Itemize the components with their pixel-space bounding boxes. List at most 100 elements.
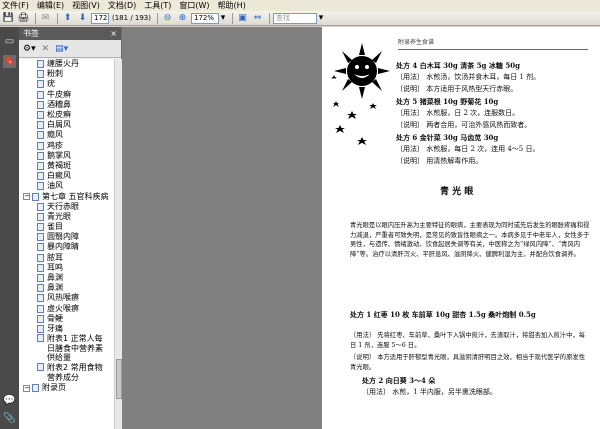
bookmark-label: 酒糟鼻 <box>47 99 71 109</box>
bookmark-icon <box>37 70 44 79</box>
doc-line: 处方 6 金针菜 30g 马齿苋 30g <box>396 133 499 142</box>
save-icon[interactable]: 💾 <box>2 12 15 24</box>
bookmark-item[interactable]: 鼻渊 <box>19 273 114 283</box>
bookmark-icon <box>37 182 44 191</box>
bookmark-item[interactable]: 附表2 常用食物营养成分 <box>19 363 114 383</box>
collapse-toggle-icon[interactable]: − <box>23 193 30 201</box>
menu-file[interactable]: 文件(F) <box>2 0 29 11</box>
bookmark-item[interactable]: 脓耳 <box>19 253 114 263</box>
zoom-out-icon[interactable]: ⊖ <box>161 12 174 24</box>
bookmark-icon <box>37 314 44 323</box>
bookmarks-icon[interactable]: 🔖 <box>3 55 16 68</box>
page-number-input[interactable]: 172 <box>91 12 109 24</box>
bookmark-icon <box>37 151 44 160</box>
bookmark-icon <box>37 304 44 313</box>
bookmark-item[interactable]: 白癜风 <box>19 171 114 181</box>
bookmark-label: 第七章 五官科疾病 <box>42 191 109 201</box>
bookmark-item[interactable]: 虚火喉痹 <box>19 304 114 314</box>
bookmark-item[interactable]: 瘾风 <box>19 130 114 140</box>
menu-view[interactable]: 视图(V) <box>72 0 100 11</box>
page-up-icon[interactable]: ⬆ <box>61 12 74 24</box>
bookmark-item[interactable]: 牛皮癣 <box>19 90 114 100</box>
menu-help[interactable]: 帮助(H) <box>218 0 246 11</box>
section-paragraph: 青光眼是以眼内压升高为主要特征的眼病，主要表现为同时或先后发生的眼胀疼痛和视力减… <box>350 222 590 258</box>
menu-bar: 文件(F) 编辑(E) 视图(V) 文档(D) 工具(T) 窗口(W) 帮助(H… <box>0 0 600 11</box>
bookmark-item[interactable]: 鸡疹 <box>19 141 114 151</box>
panel-toolbar: ⚙▾ ✕ ▤▾ <box>19 40 121 58</box>
menu-document[interactable]: 文档(D) <box>108 0 136 11</box>
bookmark-icon <box>37 363 44 372</box>
bookmark-item[interactable]: 油风 <box>19 181 114 191</box>
panel-title: 书签 <box>23 29 39 38</box>
bookmark-item[interactable]: 疣 <box>19 79 114 89</box>
bookmark-chapter[interactable]: − 附录页 <box>19 383 114 393</box>
page-down-icon[interactable]: ⬇ <box>76 12 89 24</box>
new-bookmark-icon[interactable]: ▤▾ <box>55 44 68 54</box>
bookmark-label: 雀目 <box>47 222 63 232</box>
search-input[interactable]: 查找 <box>273 12 317 24</box>
menu-edit[interactable]: 编辑(E) <box>37 0 64 11</box>
close-icon[interactable]: × <box>110 29 117 38</box>
zoom-input[interactable]: 172% <box>191 12 219 24</box>
bookmark-item[interactable]: 雀目 <box>19 222 114 232</box>
bookmark-item[interactable]: 牙痛 <box>19 324 114 334</box>
page-header: 附录养生食谱 <box>398 39 435 46</box>
bookmark-scrollbar[interactable] <box>114 59 122 429</box>
bookmark-item[interactable]: 鼻渊 <box>19 283 114 293</box>
bookmark-item[interactable]: 耳鸣 <box>19 263 114 273</box>
bookmark-item[interactable]: 风热喉痹 <box>19 293 114 303</box>
document-viewer: 附录养生食谱 处方 4 白木耳 30g 清茶 5g 冰糖 50g 〔用法〕 水煎… <box>122 27 600 429</box>
doc-line: 处方 1 红枣 10 枚 车前草 10g 甜杏 1.5g 桑叶炮制 0.5g <box>350 310 536 319</box>
bookmark-item[interactable]: 酒糟鼻 <box>19 100 114 110</box>
document-page[interactable]: 附录养生食谱 处方 4 白木耳 30g 清茶 5g 冰糖 50g 〔用法〕 水煎… <box>322 27 600 429</box>
bookmark-icon <box>37 131 44 140</box>
toolbar-separator <box>35 12 36 24</box>
bookmark-label: 圆翳内障 <box>47 232 79 242</box>
doc-line: 〔说明〕 用清热解毒作用。 <box>396 157 483 165</box>
doc-line: 处方 4 白木耳 30g 清茶 5g 冰糖 50g <box>396 61 520 70</box>
bookmark-item[interactable]: 白屑风 <box>19 120 114 130</box>
bookmark-chapter[interactable]: − 第七章 五官科疾病 <box>19 191 114 201</box>
bookmark-item[interactable]: 骨鲠 <box>19 314 114 324</box>
comments-icon[interactable]: 💬 <box>3 394 16 407</box>
zoom-dropdown-icon[interactable]: ▾ <box>219 12 227 24</box>
bookmark-item[interactable]: 天行赤眼 <box>19 202 114 212</box>
bookmark-item[interactable]: 粉刺 <box>19 69 114 79</box>
options-icon[interactable]: ⚙▾ <box>23 44 36 54</box>
search-dropdown-icon[interactable]: ▾ <box>317 12 325 24</box>
bookmark-item[interactable]: 黄褐斑 <box>19 161 114 171</box>
collapse-toggle-icon[interactable]: − <box>23 384 30 392</box>
fit-page-icon[interactable]: ▣ <box>236 12 249 24</box>
doc-line: 〔用法〕 水煎服，每日 2 次，连用 4～5 日。 <box>396 145 540 153</box>
attachments-icon[interactable]: 📎 <box>3 412 16 425</box>
bookmark-icon <box>37 121 44 130</box>
zoom-in-icon[interactable]: ⊕ <box>176 12 189 24</box>
bookmark-item[interactable]: 暴内障睛 <box>19 242 114 252</box>
bookmark-item[interactable]: 缠腰火丹 <box>19 59 114 69</box>
bookmark-label: 牛皮癣 <box>47 89 71 99</box>
bookmark-item[interactable]: 松皮癣 <box>19 110 114 120</box>
bookmark-item[interactable]: 鹅掌风 <box>19 151 114 161</box>
bookmark-icon <box>37 223 44 232</box>
bookmark-item[interactable]: 青光眼 <box>19 212 114 222</box>
page-total: (181 / 193) <box>112 14 151 22</box>
bookmark-item[interactable]: 圆翳内障 <box>19 232 114 242</box>
bookmark-icon <box>37 202 44 211</box>
bookmark-label: 白癜风 <box>47 171 71 181</box>
fit-width-icon[interactable]: ⇔ <box>251 12 264 24</box>
menu-window[interactable]: 窗口(W) <box>179 0 209 11</box>
bookmark-label: 附录页 <box>42 383 66 393</box>
delete-bookmark-icon[interactable]: ✕ <box>42 44 50 54</box>
pages-icon[interactable]: ▭ <box>3 35 16 48</box>
doc-line: 处方 5 猪菜根 10g 野菊花 10g <box>396 97 499 106</box>
bookmark-label: 脓耳 <box>47 252 63 262</box>
menu-tools[interactable]: 工具(T) <box>144 0 171 11</box>
section-title: 青 光 眼 <box>440 187 474 197</box>
email-icon[interactable]: ✉ <box>39 12 52 24</box>
bookmark-label: 油风 <box>47 181 63 191</box>
print-icon[interactable]: 🖨 <box>17 12 30 24</box>
bookmark-item[interactable]: 附表1 正常人每日膳食中营养素供给量 <box>19 334 114 363</box>
bookmark-icon <box>32 192 39 201</box>
bookmark-label: 鼻渊 <box>47 273 63 283</box>
bookmark-icon <box>37 172 44 181</box>
